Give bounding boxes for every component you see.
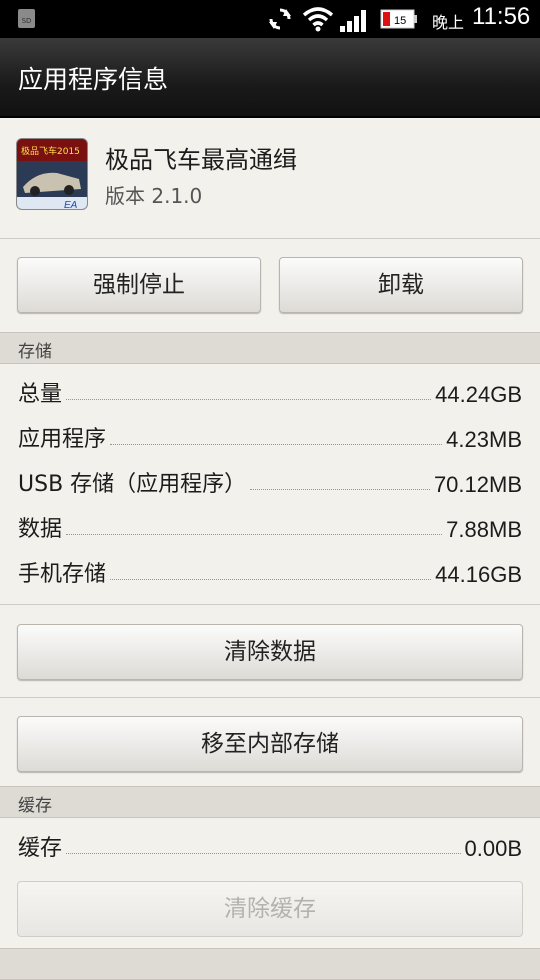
storage-row-total: 总量 44.24GB bbox=[18, 364, 522, 408]
storage-row-value: 4.23MB bbox=[446, 427, 522, 452]
storage-row-label: 总量 bbox=[18, 382, 63, 407]
dotted-leader bbox=[66, 534, 443, 535]
clear-data-button[interactable]: 清除数据 bbox=[17, 624, 523, 680]
storage-row-data: 数据 7.88MB bbox=[18, 499, 522, 543]
cache-row-value: 0.00B bbox=[464, 836, 523, 861]
storage-section-header: 存储 bbox=[0, 332, 540, 364]
cache-row-label: 缓存 bbox=[18, 836, 63, 861]
page-title: 应用程序信息 bbox=[18, 65, 169, 94]
ea-logo: EA bbox=[64, 200, 78, 209]
storage-row-label: 数据 bbox=[18, 517, 63, 542]
battery-level-text: 15 bbox=[394, 15, 406, 27]
move-to-internal-storage-button[interactable]: 移至内部存储 bbox=[17, 716, 523, 772]
app-name: 极品飞车最高通缉 bbox=[105, 146, 297, 174]
title-bar: 应用程序信息 bbox=[0, 38, 540, 118]
uninstall-button[interactable]: 卸载 bbox=[279, 257, 523, 313]
app-header: 极品飞车2015 EA 极品飞车最高通缉 版本 2.1.0 bbox=[0, 118, 540, 239]
status-bar: SD 15 晚上 11:56 bbox=[0, 0, 540, 38]
sd-card-icon: SD bbox=[18, 9, 35, 28]
app-icon: 极品飞车2015 EA bbox=[16, 138, 88, 210]
divider bbox=[0, 604, 540, 605]
battery-icon: 15 bbox=[380, 9, 417, 29]
force-stop-button[interactable]: 强制停止 bbox=[17, 257, 261, 313]
storage-row-label: 手机存储 bbox=[18, 562, 107, 587]
cache-row: 缓存 0.00B bbox=[18, 818, 522, 862]
dotted-leader bbox=[66, 399, 432, 400]
storage-row-value: 44.24GB bbox=[435, 382, 522, 407]
next-section-header bbox=[0, 948, 540, 980]
signal-icon bbox=[340, 10, 366, 32]
storage-row-value: 44.16GB bbox=[435, 562, 522, 587]
storage-row-label: 应用程序 bbox=[18, 427, 107, 452]
clear-cache-button[interactable]: 清除缓存 bbox=[17, 881, 523, 937]
storage-header-label: 存储 bbox=[18, 342, 52, 362]
wifi-icon bbox=[302, 7, 334, 32]
storage-row-label: USB 存储（应用程序） bbox=[18, 472, 247, 497]
storage-row-value: 7.88MB bbox=[446, 517, 522, 542]
am-pm-label: 晚上 bbox=[432, 13, 465, 32]
dotted-leader bbox=[66, 853, 461, 854]
sync-icon bbox=[269, 8, 291, 30]
storage-row-value: 70.12MB bbox=[433, 472, 522, 497]
dotted-leader bbox=[110, 444, 443, 445]
clock: 11:56 bbox=[472, 3, 531, 30]
cache-section-header: 缓存 bbox=[0, 786, 540, 818]
dotted-leader bbox=[250, 489, 430, 490]
dotted-leader bbox=[110, 579, 432, 580]
cache-header-label: 缓存 bbox=[18, 796, 52, 816]
storage-row-phone: 手机存储 44.16GB bbox=[18, 544, 522, 588]
app-icon-text: 极品飞车2015 bbox=[21, 145, 80, 157]
storage-row-usb: USB 存储（应用程序） 70.12MB bbox=[18, 454, 522, 498]
app-version: 版本 2.1.0 bbox=[105, 184, 203, 208]
divider bbox=[0, 697, 540, 698]
sd-card-label: SD bbox=[21, 17, 32, 25]
storage-row-app: 应用程序 4.23MB bbox=[18, 409, 522, 453]
